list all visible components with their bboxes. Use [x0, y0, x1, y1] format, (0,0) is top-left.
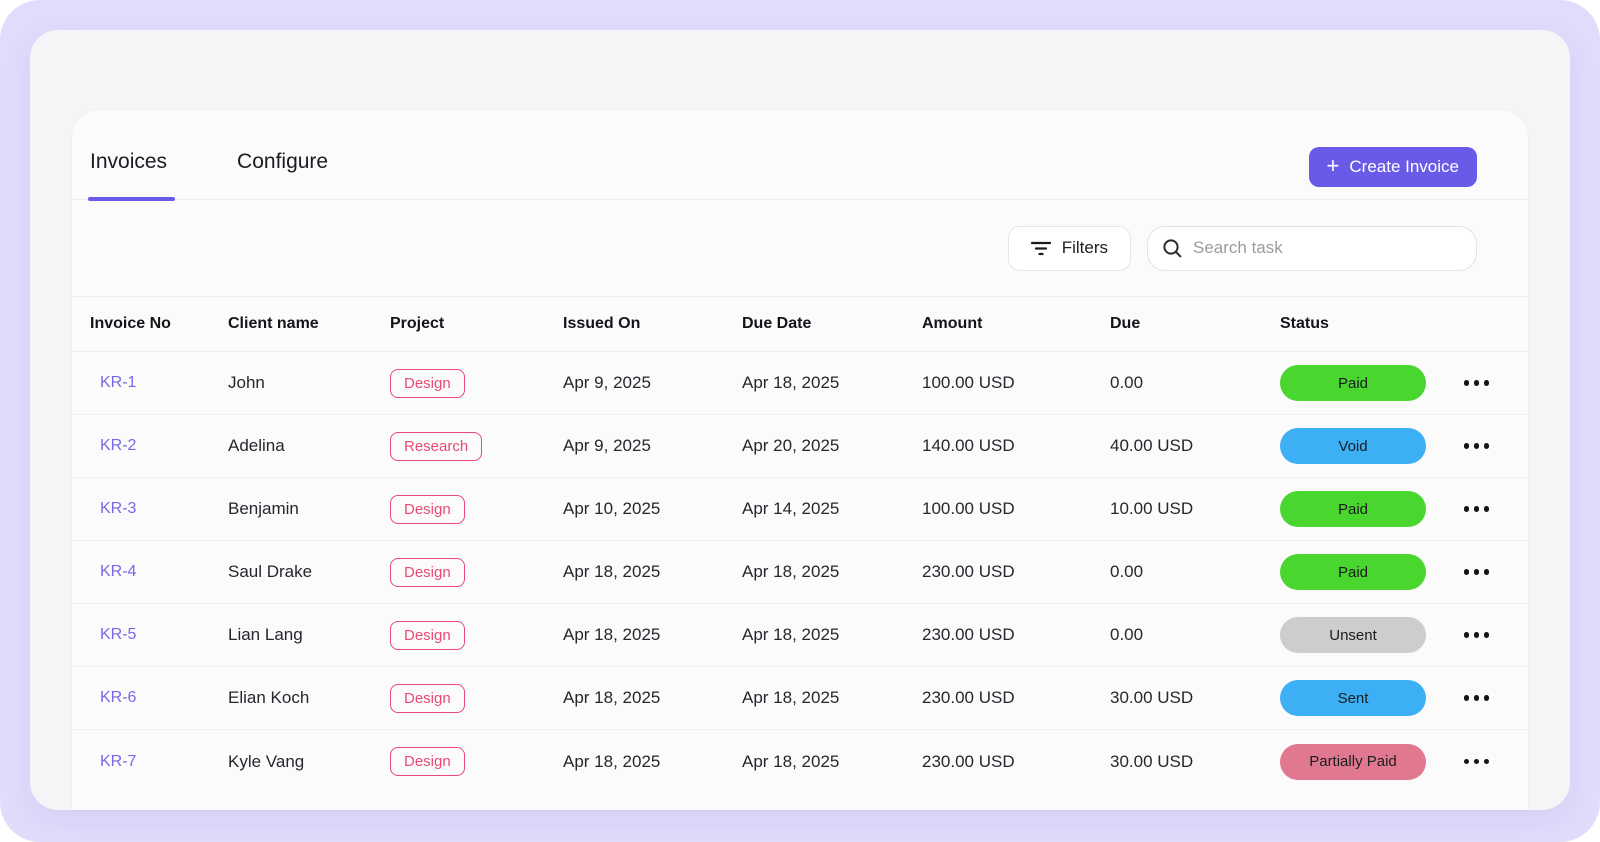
col-header-status: Status [1280, 315, 1329, 332]
col-header-client-name: Client name [228, 315, 319, 332]
issued-on: Apr 18, 2025 [563, 751, 661, 771]
amount: 230.00 USD [922, 751, 1015, 771]
due-amount: 30.00 USD [1110, 688, 1194, 707]
table-row: KR-2 Adelina Research Apr 9, 2025 Apr 20… [72, 415, 1528, 478]
status-badge[interactable]: Paid [1280, 554, 1426, 590]
invoice-no-link[interactable]: KR-7 [90, 753, 228, 771]
tab-configure[interactable]: Configure [237, 124, 328, 200]
invoice-no-link[interactable]: KR-6 [90, 689, 228, 707]
client-name: Saul Drake [228, 562, 313, 581]
project-badge[interactable]: Design [390, 747, 465, 776]
col-header-due-date: Due Date [742, 315, 812, 332]
status-badge[interactable]: Partially Paid [1280, 743, 1426, 780]
due-amount: 0.00 [1110, 625, 1144, 644]
table-toolbar: Filters [72, 200, 1528, 296]
invoice-no-link[interactable]: KR-2 [90, 437, 228, 455]
due-date: Apr 20, 2025 [742, 436, 840, 455]
table-row: KR-6 Elian Koch Design Apr 18, 2025 Apr … [72, 667, 1528, 730]
client-name: Elian Koch [228, 688, 310, 707]
create-invoice-label: Create Invoice [1349, 157, 1459, 176]
issued-on: Apr 9, 2025 [563, 436, 651, 455]
filter-lines-icon [1030, 241, 1051, 256]
due-amount: 0.00 [1110, 373, 1144, 392]
invoices-card: Invoices Configure + Create Invoice Filt… [30, 30, 1570, 810]
issued-on: Apr 10, 2025 [563, 499, 661, 518]
client-name: Lian Lang [228, 625, 303, 644]
filters-label: Filters [1061, 238, 1108, 257]
amount: 100.00 USD [922, 373, 1015, 392]
tab-invoices[interactable]: Invoices [87, 124, 176, 201]
project-badge[interactable]: Design [390, 683, 465, 713]
row-actions-button[interactable] [1460, 435, 1494, 457]
issued-on: Apr 18, 2025 [563, 688, 661, 707]
issued-on: Apr 18, 2025 [563, 625, 661, 644]
due-date: Apr 18, 2025 [742, 688, 840, 707]
search-icon [1163, 238, 1182, 257]
invoice-no-link[interactable]: KR-1 [90, 374, 228, 392]
search-box[interactable] [1147, 225, 1477, 271]
invoices-panel: Invoices Configure + Create Invoice Filt… [72, 110, 1528, 810]
table-row: KR-5 Lian Lang Design Apr 18, 2025 Apr 1… [72, 604, 1528, 667]
status-badge[interactable]: Paid [1280, 365, 1426, 401]
table-row: KR-4 Saul Drake Design Apr 18, 2025 Apr … [72, 541, 1528, 604]
client-name: Adelina [228, 436, 285, 455]
invoice-no-link[interactable]: KR-3 [90, 500, 228, 518]
table-row: KR-7 Kyle Vang Design Apr 18, 2025 Apr 1… [72, 730, 1528, 793]
col-header-amount: Amount [922, 315, 983, 332]
amount: 230.00 USD [922, 562, 1015, 581]
amount: 230.00 USD [922, 688, 1015, 707]
row-actions-button[interactable] [1460, 498, 1494, 520]
tabs-bar: Invoices Configure + Create Invoice [72, 110, 1528, 201]
project-badge[interactable]: Design [390, 557, 465, 587]
table-header-row: Invoice No Client name Project Issued On… [72, 296, 1528, 352]
filters-button[interactable]: Filters [1007, 225, 1131, 271]
amount: 230.00 USD [922, 625, 1015, 644]
project-badge[interactable]: Design [390, 620, 465, 650]
project-badge[interactable]: Research [390, 431, 483, 461]
status-badge[interactable]: Void [1280, 428, 1426, 464]
issued-on: Apr 18, 2025 [563, 562, 661, 581]
row-actions-button[interactable] [1460, 687, 1494, 709]
row-actions-button[interactable] [1460, 624, 1494, 646]
status-badge[interactable]: Unsent [1280, 617, 1426, 653]
create-invoice-button[interactable]: + Create Invoice [1308, 147, 1477, 187]
invoice-no-link[interactable]: KR-5 [90, 626, 228, 644]
due-date: Apr 14, 2025 [742, 499, 840, 518]
due-date: Apr 18, 2025 [742, 562, 840, 581]
due-amount: 0.00 [1110, 562, 1144, 581]
table-row: KR-1 John Design Apr 9, 2025 Apr 18, 202… [72, 352, 1528, 415]
plus-icon: + [1326, 153, 1340, 178]
status-badge[interactable]: Sent [1280, 680, 1426, 716]
col-header-project: Project [390, 315, 445, 332]
due-date: Apr 18, 2025 [742, 373, 840, 392]
due-date: Apr 18, 2025 [742, 751, 840, 771]
invoice-no-link[interactable]: KR-4 [90, 563, 228, 581]
due-amount: 40.00 USD [1110, 436, 1194, 455]
amount: 140.00 USD [922, 436, 1015, 455]
due-amount: 30.00 USD [1110, 751, 1194, 771]
col-header-due: Due [1110, 315, 1141, 332]
client-name: John [228, 373, 265, 392]
row-actions-button[interactable] [1460, 561, 1494, 583]
due-date: Apr 18, 2025 [742, 625, 840, 644]
search-input[interactable] [1193, 238, 1462, 258]
row-actions-button[interactable] [1460, 751, 1494, 773]
client-name: Kyle Vang [228, 751, 305, 771]
col-header-issued-on: Issued On [563, 315, 641, 332]
status-badge[interactable]: Paid [1280, 491, 1426, 527]
col-header-invoice-no: Invoice No [90, 315, 171, 332]
amount: 100.00 USD [922, 499, 1015, 518]
row-actions-button[interactable] [1460, 372, 1494, 394]
project-badge[interactable]: Design [390, 494, 465, 524]
due-amount: 10.00 USD [1110, 499, 1194, 518]
project-badge[interactable]: Design [390, 368, 465, 398]
app-background: Invoices Configure + Create Invoice Filt… [0, 0, 1600, 842]
issued-on: Apr 9, 2025 [563, 373, 651, 392]
client-name: Benjamin [228, 499, 299, 518]
table-row: KR-3 Benjamin Design Apr 10, 2025 Apr 14… [72, 478, 1528, 541]
